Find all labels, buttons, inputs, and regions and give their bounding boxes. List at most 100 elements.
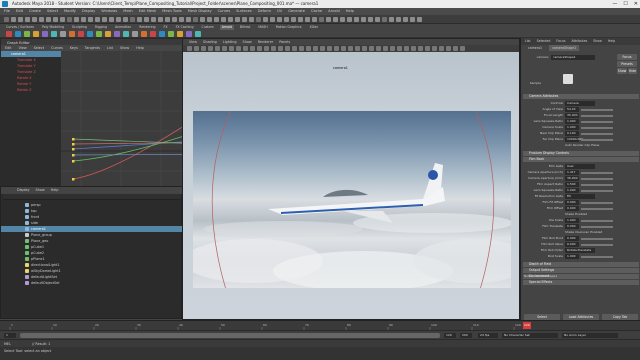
viewport-tool-icon[interactable] <box>404 46 409 51</box>
show-button[interactable]: Show <box>617 68 627 74</box>
viewport-tool-icon[interactable] <box>362 46 367 51</box>
shelf-tab-rigging[interactable]: Rigging <box>93 25 109 30</box>
attr-value-field[interactable]: Rotate-Translate <box>565 248 595 253</box>
status-tool-icon[interactable] <box>312 17 317 22</box>
status-tool-icon[interactable] <box>186 17 191 22</box>
shelf-tool-icon[interactable] <box>24 31 30 37</box>
attr-value-field[interactable]: 54.43 <box>565 107 579 112</box>
viewport-tool-icon[interactable] <box>243 46 248 51</box>
status-tool-icon[interactable] <box>263 17 268 22</box>
viewport-tool-icon[interactable] <box>425 46 430 51</box>
viewport-tool-icon[interactable] <box>278 46 283 51</box>
status-tool-icon[interactable] <box>256 17 261 22</box>
status-tool-icon[interactable] <box>130 17 135 22</box>
status-tool-icon[interactable] <box>235 17 240 22</box>
shelf-tab-animation[interactable]: Animation <box>113 25 133 30</box>
shelf-tool-icon[interactable] <box>141 31 147 37</box>
shelf-tool-icon[interactable] <box>6 31 12 37</box>
shelf-tool-icon[interactable] <box>69 31 75 37</box>
status-tool-icon[interactable] <box>200 17 205 22</box>
status-tool-icon[interactable] <box>375 17 380 22</box>
viewport-scene[interactable]: camera1 camera1 <box>183 52 519 319</box>
status-tool-icon[interactable] <box>214 17 219 22</box>
status-tool-icon[interactable] <box>4 17 9 22</box>
viewport-tool-icon[interactable] <box>348 46 353 51</box>
attr-value-field[interactable]: 1.000 <box>565 119 579 124</box>
viewport-tool-icon[interactable] <box>208 46 213 51</box>
attr-value-field[interactable]: 0.100 <box>565 131 579 136</box>
attr-slider[interactable] <box>581 109 613 111</box>
menu-item-generate[interactable]: Generate <box>288 8 305 15</box>
shelf-tab-curves-surfaces[interactable]: Curves / Surfaces <box>4 25 36 30</box>
status-tool-icon[interactable] <box>319 17 324 22</box>
viewport-tool-icon[interactable] <box>411 46 416 51</box>
status-tool-icon[interactable] <box>340 17 345 22</box>
status-tool-icon[interactable] <box>123 17 128 22</box>
status-tool-icon[interactable] <box>347 17 352 22</box>
menu-item-windows[interactable]: Windows <box>101 8 117 15</box>
attr-slider[interactable] <box>581 190 613 192</box>
shelf-tab-mash[interactable]: MASH <box>256 25 269 30</box>
close-icon[interactable]: ✕ <box>634 0 638 8</box>
shelf-tab-xgen[interactable]: XGen <box>308 25 321 30</box>
status-tool-icon[interactable] <box>291 17 296 22</box>
status-tool-icon[interactable] <box>410 17 415 22</box>
menu-item-surfaces[interactable]: Surfaces <box>236 8 252 15</box>
playhead-frame[interactable]: 120 <box>523 322 531 329</box>
outliner-menu-help[interactable]: Help <box>51 187 59 194</box>
status-tool-icon[interactable] <box>326 17 331 22</box>
attr-value-field[interactable]: Fill <box>565 194 595 199</box>
status-tool-icon[interactable] <box>102 17 107 22</box>
status-tool-icon[interactable] <box>172 17 177 22</box>
range-end-field[interactable]: 120 <box>444 333 456 338</box>
status-tool-icon[interactable] <box>60 17 65 22</box>
viewport-tool-icon[interactable] <box>215 46 220 51</box>
section-camera-attributes[interactable]: Camera Attributes <box>523 94 639 99</box>
viewport-tool-icon[interactable] <box>271 46 276 51</box>
menu-item-help[interactable]: Help <box>346 8 354 15</box>
shelf-tab-poly-modeling[interactable]: Poly Modeling <box>40 25 66 30</box>
viewport-tool-icon[interactable] <box>383 46 388 51</box>
attr-value-field[interactable]: 1.000 <box>565 188 579 193</box>
menu-item-mesh-tools[interactable]: Mesh Tools <box>162 8 181 15</box>
attr-value-field[interactable]: 1.000 <box>565 254 579 259</box>
section-output-settings[interactable]: Output Settings <box>523 268 639 273</box>
graph-outliner-row[interactable]: Rotate Z <box>1 87 61 93</box>
status-tool-icon[interactable] <box>165 17 170 22</box>
status-tool-icon[interactable] <box>144 17 149 22</box>
attr-slider[interactable] <box>581 202 613 204</box>
status-tool-icon[interactable] <box>228 17 233 22</box>
status-tool-icon[interactable] <box>333 17 338 22</box>
attr-value-field[interactable]: 1.000 <box>565 125 579 130</box>
hide-button[interactable]: Hide <box>628 68 637 74</box>
menu-item-cache[interactable]: Cache <box>311 8 322 15</box>
shelf-tool-icon[interactable] <box>96 31 102 37</box>
character-set-field[interactable]: No Character Set <box>502 333 558 338</box>
minimize-icon[interactable]: — <box>612 0 617 8</box>
attr-value-field[interactable]: 1.500 <box>565 182 579 187</box>
menu-item-mesh-display[interactable]: Mesh Display <box>188 8 212 15</box>
viewport-tool-icon[interactable] <box>432 46 437 51</box>
outliner-menu-display[interactable]: Display <box>17 187 30 194</box>
status-tool-icon[interactable] <box>39 17 44 22</box>
section-film-back[interactable]: Film Back <box>523 157 639 162</box>
range-slider[interactable]: 1 120 200 24 fps No Character Set No Anim Lay… <box>0 330 640 339</box>
viewport-tool-icon[interactable] <box>320 46 325 51</box>
menu-item-deform[interactable]: Deform <box>258 8 271 15</box>
shelf-tool-icon[interactable] <box>60 31 66 37</box>
shelf-tab-motion-graphics[interactable]: Motion Graphics <box>274 25 304 30</box>
status-tool-icon[interactable] <box>361 17 366 22</box>
outliner-item[interactable]: defaultObjectSet <box>1 280 183 286</box>
menu-item-file[interactable]: File <box>4 8 10 15</box>
status-tool-icon[interactable] <box>116 17 121 22</box>
status-tool-icon[interactable] <box>151 17 156 22</box>
viewport-panel[interactable]: View Shading Lighting Show Renderer Panels <box>182 38 520 320</box>
attr-menu-focus[interactable]: Focus <box>556 38 565 45</box>
status-tool-icon[interactable] <box>81 17 86 22</box>
viewport-tool-icon[interactable] <box>229 46 234 51</box>
viewport-tool-icon[interactable] <box>306 46 311 51</box>
viewport-tool-icon[interactable] <box>222 46 227 51</box>
menu-item-mesh[interactable]: Mesh <box>123 8 132 15</box>
status-tool-icon[interactable] <box>270 17 275 22</box>
attr-slider[interactable] <box>581 121 613 123</box>
